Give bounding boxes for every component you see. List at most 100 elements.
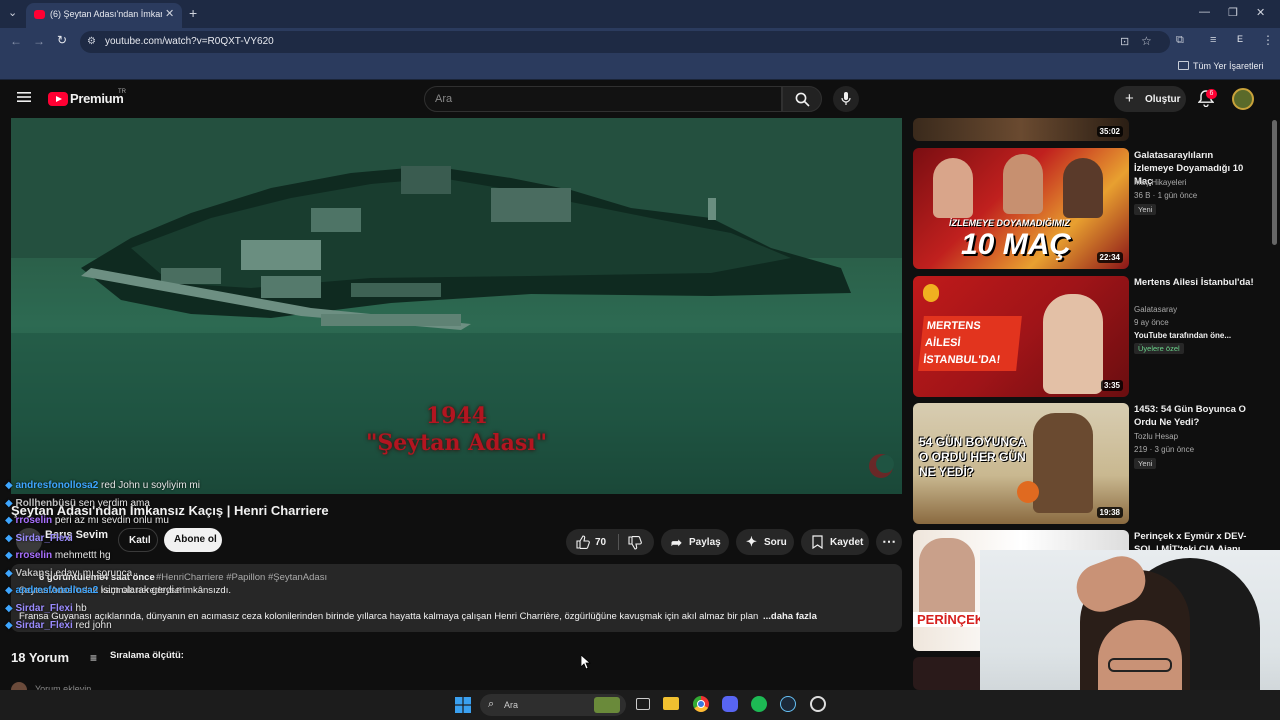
- install-app-icon[interactable]: ⊡: [1120, 35, 1129, 48]
- sidebar-thumb-0[interactable]: 35:02: [913, 118, 1129, 141]
- search-box[interactable]: Ara: [424, 86, 782, 112]
- sidebar-title-2[interactable]: Mertens Ailesi İstanbul'da!: [1134, 276, 1254, 289]
- windows-taskbar: ⌕ Ara: [0, 690, 1280, 720]
- forward-icon[interactable]: →: [33, 34, 45, 48]
- stream-chat-overlay: ◆ andresfonollosa2 red John u soyliyim m…: [5, 480, 335, 670]
- taskbar-search-label: Ara: [504, 700, 519, 710]
- chat-text: peri az mı sevdin onlu mu: [52, 515, 169, 526]
- maximize-icon[interactable]: ❐: [1228, 6, 1238, 19]
- youtube-favicon-icon: [34, 10, 45, 19]
- create-button[interactable]: + Oluştur: [1114, 86, 1186, 112]
- youtube-logo-icon[interactable]: [48, 92, 68, 106]
- bookmark-star-icon[interactable]: ☆: [1141, 34, 1152, 48]
- save-button[interactable]: Kaydet: [801, 529, 869, 555]
- share-button[interactable]: ➦ Paylaş: [661, 529, 729, 555]
- browser-tab-strip: ⌄ (6) Şeytan Adası'ndan İmkansız ✕ + — ❐…: [0, 0, 1280, 28]
- chat-message: ◆ rroselin mehmettt hg: [5, 550, 111, 561]
- chat-badge-icon: ◆: [5, 497, 16, 509]
- user-avatar[interactable]: [1232, 88, 1254, 110]
- sidebar-featured-2: YouTube tarafından öne...: [1134, 331, 1232, 340]
- tab-close-icon[interactable]: ✕: [165, 7, 174, 20]
- glasses-icon: [1108, 658, 1172, 672]
- browser-tab[interactable]: (6) Şeytan Adası'ndan İmkansız ✕: [26, 3, 182, 28]
- thumb-headline: MERTENS AİLESİ İSTANBUL'DA!: [918, 316, 1022, 371]
- thumb-headline: PERİNÇEK: [913, 612, 989, 627]
- ask-button[interactable]: ✦ Soru: [736, 529, 794, 555]
- duration-badge: 22:34: [1096, 252, 1123, 263]
- sidebar-channel-1[interactable]: Maç Hikayeleri: [1134, 178, 1186, 187]
- youtube-premium-logo[interactable]: Premium: [70, 91, 124, 106]
- chrome-menu-icon[interactable]: ⋮: [1262, 33, 1274, 47]
- youtube-header: Premium TR Ara + Oluştur 6: [0, 80, 1280, 118]
- search-button[interactable]: [782, 86, 822, 112]
- sidebar-title-3[interactable]: 1453: 54 Gün Boyunca O Ordu Ne Yedi?: [1134, 403, 1254, 429]
- duration-badge: 19:38: [1096, 507, 1123, 518]
- duration-badge: 35:02: [1096, 126, 1123, 137]
- task-view-icon[interactable]: [636, 698, 650, 710]
- address-bar[interactable]: ⚙ youtube.com/watch?v=R0QXT-VY620 ⊡ ☆: [80, 31, 1170, 53]
- thumb-headline: 10 MAÇ: [961, 228, 1072, 261]
- sidebar-channel-2[interactable]: Galatasaray: [1134, 305, 1177, 314]
- discord-icon[interactable]: [722, 696, 738, 712]
- new-tab-icon[interactable]: +: [189, 5, 197, 21]
- chat-text: red John u soyliyim mi: [98, 480, 200, 491]
- chat-badge-icon: ◆: [5, 620, 16, 631]
- tab-search-icon[interactable]: ⌄: [8, 6, 17, 19]
- minimize-icon[interactable]: —: [1199, 6, 1210, 18]
- sparkle-icon: ✦: [746, 534, 757, 549]
- like-count: 70: [595, 537, 607, 548]
- hamburger-menu-icon[interactable]: [17, 90, 31, 104]
- chat-username: rroselin: [15, 515, 53, 526]
- app-icon[interactable]: [810, 696, 826, 712]
- taskbar-search-box[interactable]: ⌕ Ara: [480, 694, 626, 716]
- chat-text: isim olarak gerdi.m: [98, 585, 185, 596]
- close-window-icon[interactable]: ✕: [1256, 6, 1265, 19]
- sidebar-badge-3: Yeni: [1134, 458, 1157, 469]
- chat-badge-icon: ◆: [5, 480, 16, 491]
- person-figure: [1043, 294, 1103, 394]
- sidebar-thumb-2[interactable]: MERTENS AİLESİ İSTANBUL'DA! 3:35: [913, 276, 1129, 397]
- notification-count-badge: 6: [1206, 89, 1217, 99]
- chat-badge-icon: ◆: [5, 585, 16, 596]
- search-input[interactable]: Ara: [435, 93, 452, 105]
- dislike-icon[interactable]: [628, 536, 642, 550]
- duration-badge: 3:35: [1100, 380, 1123, 391]
- more-actions-icon[interactable]: ⋯: [876, 529, 902, 555]
- sidebar-channel-3[interactable]: Tozlu Hesap: [1134, 432, 1178, 441]
- microphone-icon: [841, 92, 851, 106]
- chat-text: red john: [72, 620, 112, 631]
- like-divider: [618, 534, 619, 550]
- tab-title: (6) Şeytan Adası'ndan İmkansız: [50, 9, 162, 19]
- video-overlay-title: "Şeytan Adası": [365, 430, 548, 456]
- extensions-icon[interactable]: ⧉: [1176, 34, 1184, 47]
- profile-button[interactable]: E: [1234, 34, 1246, 48]
- video-player[interactable]: 1944 "Şeytan Adası": [11, 118, 902, 494]
- scrollbar-thumb[interactable]: [1272, 120, 1277, 245]
- spotify-icon[interactable]: [751, 696, 767, 712]
- chat-text: edayı mı sorunca: [52, 567, 133, 579]
- chat-message: ◆ Sirdar_Flexi red john: [5, 620, 112, 631]
- sidebar-thumb-1[interactable]: İZLEMEYE DOYAMADIĞIMIZ 10 MAÇ 22:34: [913, 148, 1129, 269]
- file-explorer-icon[interactable]: [663, 697, 679, 710]
- share-icon: ➦: [671, 535, 682, 550]
- chat-badge-icon: ◆: [5, 515, 16, 526]
- media-control-icon[interactable]: ≡: [1210, 34, 1216, 46]
- sidebar-thumb-3[interactable]: 54 GÜN BOYUNCA O ORDU HER GÜN NE YEDİ? 1…: [913, 403, 1129, 524]
- chat-username: Sirdar_Flexi: [15, 602, 73, 614]
- windows-start-icon[interactable]: [455, 697, 471, 713]
- like-icon[interactable]: [576, 535, 590, 549]
- sidebar-meta-3: 219 · 3 gün önce: [1134, 445, 1195, 454]
- chat-message: ◆ andresfonollosa2 red John u soyliyim m…: [5, 480, 200, 491]
- chat-message: ◆ Sirdar_Flexi: [5, 533, 73, 544]
- reload-icon[interactable]: ↻: [57, 33, 67, 47]
- chat-username: Sirdar_Flexi: [15, 620, 73, 631]
- url-text: youtube.com/watch?v=R0QXT-VY620: [105, 36, 274, 47]
- voice-search-button[interactable]: [833, 86, 859, 112]
- site-info-icon[interactable]: ⚙: [87, 36, 96, 47]
- chat-message: ◆ rroselin peri az mı sevdin onlu mu: [5, 515, 169, 526]
- show-more-link[interactable]: ...daha fazla: [763, 611, 817, 622]
- all-bookmarks-link[interactable]: Tüm Yer İşaretleri: [1193, 61, 1264, 71]
- back-icon[interactable]: ←: [10, 34, 22, 48]
- chat-badge-icon: ◆: [5, 532, 16, 544]
- steam-icon[interactable]: [780, 696, 796, 712]
